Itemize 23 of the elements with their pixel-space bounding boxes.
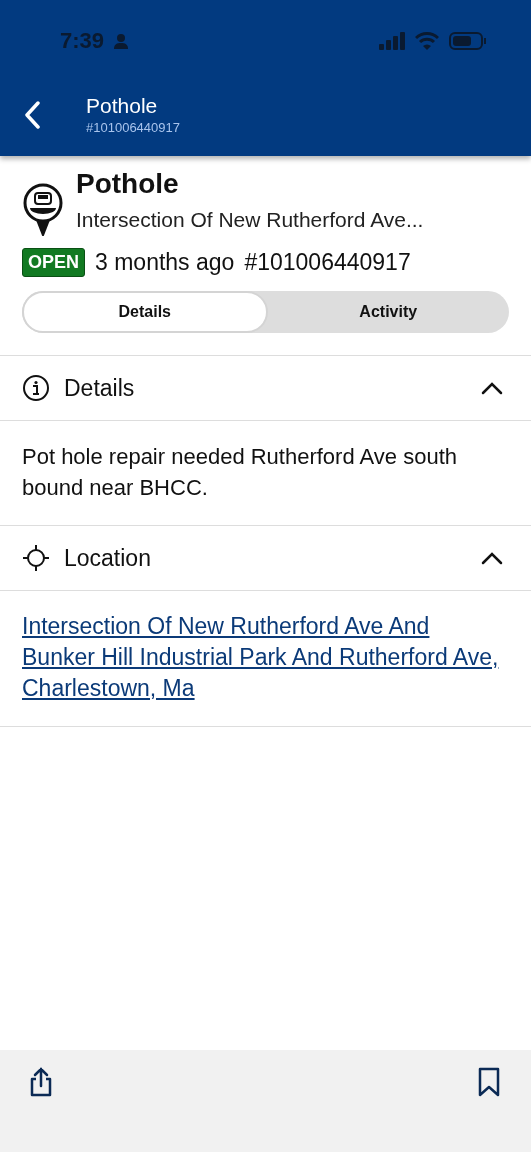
request-number: #101006440917 xyxy=(244,249,411,276)
nav-subtitle: #101006440917 xyxy=(86,120,180,135)
description-text: Pot hole repair needed Rutherford Ave south bound near BHCC. xyxy=(22,443,458,502)
pothole-pin-icon xyxy=(22,182,64,236)
wifi-icon xyxy=(415,32,439,50)
battery-icon xyxy=(449,32,487,50)
status-time: 7:39 xyxy=(60,28,105,54)
request-address: Intersection Of New Rutherford Ave... xyxy=(76,208,424,232)
nav-title: Pothole xyxy=(86,94,159,118)
signal-icon xyxy=(379,32,405,50)
collapse-button[interactable] xyxy=(481,381,503,395)
collapse-button[interactable] xyxy=(481,551,503,565)
tab[interactable]: Activity xyxy=(267,291,509,333)
section-title: Location xyxy=(64,544,151,572)
tab[interactable]: Details xyxy=(22,291,268,333)
person-icon xyxy=(114,33,129,49)
status-badge: OPEN xyxy=(22,248,85,277)
info-icon xyxy=(22,374,50,402)
request-age: 3 months ago xyxy=(95,249,235,276)
request-title: Pothole xyxy=(76,168,180,200)
address-link[interactable]: Intersection Of New Rutherford Ave And Bunker Hill Industrial Park And Rutherford Ave, Charlestown, Ma xyxy=(22,611,509,704)
crosshair-icon xyxy=(22,544,50,572)
section-title: Details xyxy=(64,374,135,402)
